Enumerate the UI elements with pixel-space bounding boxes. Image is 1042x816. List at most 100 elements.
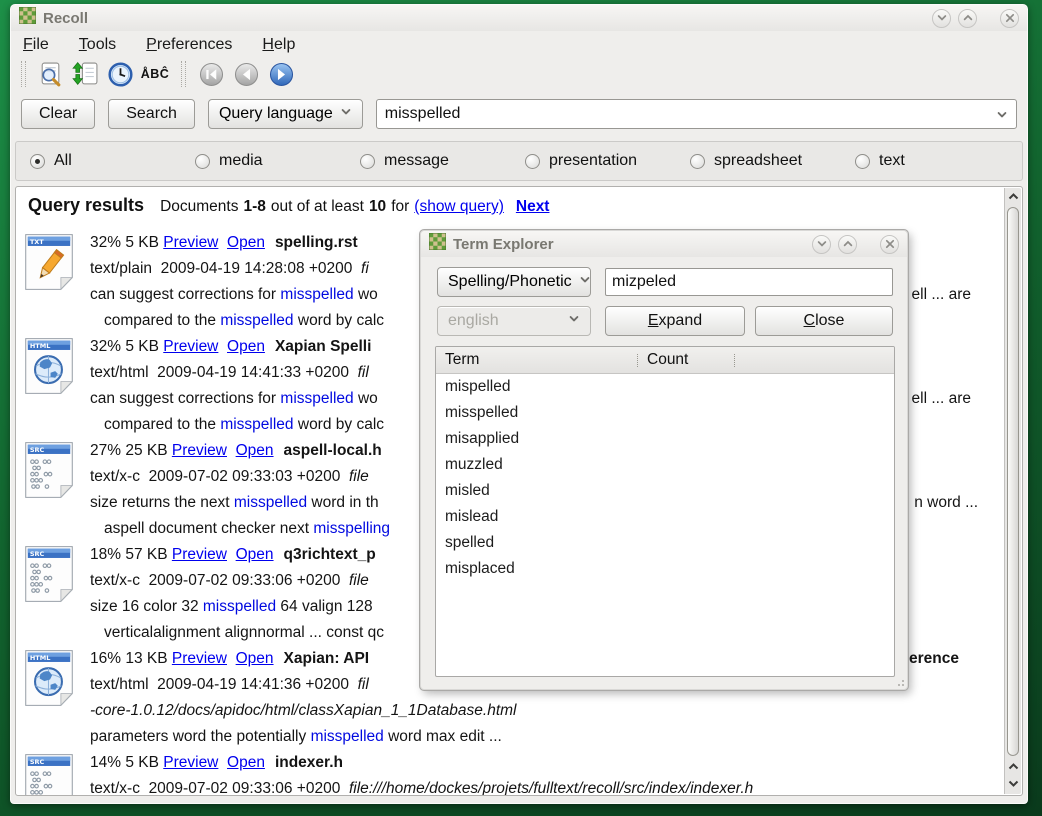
- svg-text:TXT: TXT: [30, 238, 44, 246]
- menu-preferences[interactable]: Preferences: [146, 36, 232, 54]
- term-row[interactable]: misplaced: [436, 556, 894, 582]
- open-link[interactable]: Open: [236, 650, 274, 667]
- preview-link[interactable]: Preview: [172, 546, 227, 563]
- recoll-logo-icon: [19, 7, 36, 29]
- chevron-down-icon: [816, 238, 828, 250]
- maximize-button[interactable]: [958, 9, 977, 28]
- open-link[interactable]: Open: [227, 338, 265, 355]
- search-combobox: [376, 99, 1017, 129]
- term-row[interactable]: mislead: [436, 504, 894, 530]
- term-row[interactable]: spelled: [436, 530, 894, 556]
- for-label: for: [391, 198, 409, 216]
- term-row[interactable]: mispelled: [436, 374, 894, 400]
- language-select: english: [437, 306, 591, 336]
- chevron-down-icon[interactable]: [996, 108, 1008, 126]
- sort-by-dates-icon[interactable]: [105, 60, 135, 88]
- scroll-up-button[interactable]: [1005, 758, 1021, 775]
- dialog-title: Term Explorer: [453, 236, 554, 253]
- scrollbar-thumb[interactable]: [1007, 207, 1019, 756]
- svg-text:SRC: SRC: [30, 550, 45, 558]
- menu-help[interactable]: Help: [262, 36, 295, 54]
- open-link[interactable]: Open: [236, 546, 274, 563]
- result-title: spelling.rst: [275, 234, 358, 251]
- close-button[interactable]: [1000, 9, 1019, 28]
- next-page-link[interactable]: Next: [516, 198, 550, 216]
- show-query-link[interactable]: (show query): [414, 198, 504, 216]
- outof-label: out of at least: [271, 198, 364, 216]
- close-icon: [884, 238, 896, 250]
- desktop: { "main_window": { "title": "Recoll", "c…: [0, 0, 1042, 816]
- dialog-titlebar[interactable]: Term Explorer: [421, 231, 907, 257]
- resize-grip[interactable]: [896, 678, 904, 686]
- svg-text:SRC: SRC: [30, 446, 45, 454]
- query-mode-select[interactable]: Query language: [208, 99, 363, 129]
- clear-button[interactable]: Clear: [21, 99, 95, 129]
- main-titlebar[interactable]: Recoll: [11, 5, 1027, 31]
- filter-label: media: [219, 152, 263, 170]
- radio-icon[interactable]: [195, 154, 210, 169]
- chevron-up-icon: [842, 238, 854, 250]
- result-item[interactable]: SRC 14% 5 KB Preview Openindexer.htext/x-…: [22, 750, 1002, 795]
- filter-all[interactable]: All: [30, 152, 195, 170]
- filter-media[interactable]: media: [195, 152, 360, 170]
- filter-text[interactable]: text: [855, 152, 1020, 170]
- term-row[interactable]: misspelled: [436, 400, 894, 426]
- close-button[interactable]: Close: [755, 306, 893, 336]
- radio-icon[interactable]: [30, 154, 45, 169]
- menu-tools[interactable]: Tools: [79, 36, 116, 54]
- menubar: File Tools Preferences Help: [11, 31, 1027, 57]
- term-row[interactable]: misapplied: [436, 426, 894, 452]
- src-document-icon: SRC: [22, 750, 76, 795]
- documents-label: Documents: [160, 198, 238, 216]
- radio-icon[interactable]: [690, 154, 705, 169]
- close-icon: [1004, 12, 1016, 24]
- preview-link[interactable]: Preview: [163, 338, 218, 355]
- preview-link[interactable]: Preview: [163, 234, 218, 251]
- open-link[interactable]: Open: [227, 754, 265, 771]
- result-text: 14% 5 KB Preview Openindexer.htext/x-c 2…: [90, 750, 1002, 795]
- filter-label: All: [54, 152, 72, 170]
- scroll-up-button[interactable]: [1005, 188, 1021, 205]
- term-input[interactable]: [605, 268, 893, 296]
- category-filter-row: All media messagepresentationspreadsheette…: [15, 141, 1023, 181]
- results-header: Query results Documents 1-8 out of at le…: [16, 187, 1022, 216]
- close-button[interactable]: [880, 235, 899, 254]
- term-row[interactable]: muzzled: [436, 452, 894, 478]
- filter-message[interactable]: message: [360, 152, 525, 170]
- preview-link[interactable]: Preview: [172, 442, 227, 459]
- expand-mode-value: Spelling/Phonetic: [448, 273, 572, 291]
- chevron-down-icon: [340, 105, 352, 123]
- open-link[interactable]: Open: [236, 442, 274, 459]
- chevron-up-icon: [962, 12, 974, 24]
- term-row[interactable]: misled: [436, 478, 894, 504]
- open-link[interactable]: Open: [227, 234, 265, 251]
- expand-button[interactable]: Expand: [605, 306, 745, 336]
- radio-icon[interactable]: [525, 154, 540, 169]
- radio-icon[interactable]: [855, 154, 870, 169]
- result-title: q3richtext_p: [284, 546, 376, 563]
- search-button[interactable]: Search: [108, 99, 195, 129]
- expand-mode-select[interactable]: Spelling/Phonetic: [437, 267, 591, 297]
- term-explorer-icon[interactable]: ÅBĈ: [140, 60, 170, 88]
- preview-link[interactable]: Preview: [163, 754, 218, 771]
- term-explorer-dialog: Term Explorer Spelling/Phonetic english …: [420, 230, 908, 690]
- filter-spreadsheet[interactable]: spreadsheet: [690, 152, 855, 170]
- html-document-icon: HTML: [22, 646, 76, 750]
- radio-icon[interactable]: [360, 154, 375, 169]
- results-title: Query results: [28, 195, 144, 216]
- maximize-button[interactable]: [838, 235, 857, 254]
- menu-file[interactable]: File: [23, 36, 49, 54]
- filter-presentation[interactable]: presentation: [525, 152, 690, 170]
- show-query-detail-icon[interactable]: [35, 60, 65, 88]
- result-title: Xapian: API: [284, 650, 370, 667]
- preview-link[interactable]: Preview: [172, 650, 227, 667]
- scroll-down-button[interactable]: [1005, 775, 1021, 792]
- search-input[interactable]: [376, 99, 1017, 129]
- term-table-header: Term Count: [436, 347, 894, 374]
- src-document-icon: SRC: [22, 542, 76, 646]
- next-page-icon[interactable]: [266, 60, 296, 88]
- results-scrollbar[interactable]: [1004, 188, 1021, 794]
- shade-button[interactable]: [932, 9, 951, 28]
- shade-button[interactable]: [812, 235, 831, 254]
- sort-by-relevance-icon[interactable]: [70, 60, 100, 88]
